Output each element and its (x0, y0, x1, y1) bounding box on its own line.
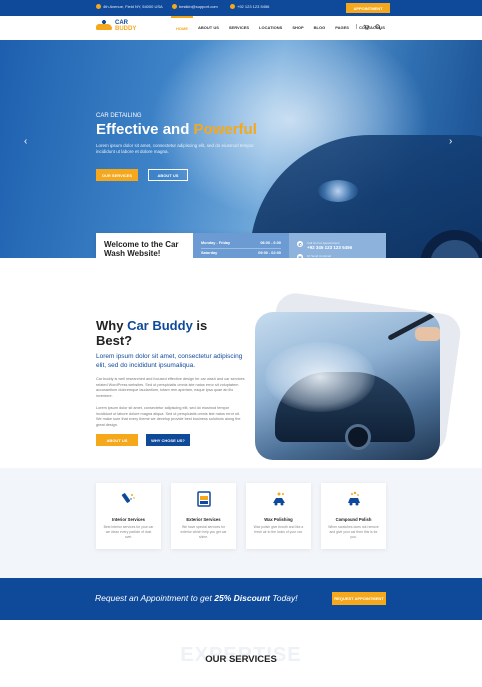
wax-polishing-icon (272, 492, 285, 506)
our-services-button[interactable]: OUR SERVICES (96, 169, 138, 181)
menu-item-services[interactable]: SERVICES (224, 16, 254, 40)
about-paragraph-1: Car buddy is well researched and focused… (96, 377, 245, 398)
hours-row: Monday - Friday 08:00 - 6:00 (201, 239, 281, 249)
location-icon (96, 4, 101, 9)
site-logo[interactable]: CAR BUDDY (96, 19, 137, 32)
service-text: Best Interior services for your car we c… (103, 525, 154, 539)
slider-next-arrow[interactable]: › (449, 136, 452, 147)
cart-icon[interactable] (363, 24, 370, 30)
hero-content: CAR DETAILING Effective and Powerful Lor… (96, 113, 257, 181)
menu-item-about-us[interactable]: ABOUT US (193, 16, 224, 40)
divider: | (356, 24, 358, 30)
service-text: When scratches does not remove and give … (328, 525, 379, 539)
request-appointment-button[interactable]: REQUEST APPOINTMENT (332, 592, 386, 605)
appointment-button[interactable]: APPOINTMENT (346, 3, 390, 13)
our-services-section: EXPERTISE OUR SERVICES (0, 620, 482, 687)
contact-phone[interactable]: +92 345 123 123 5456 (307, 245, 352, 250)
about-paragraph-2: Lorem ipsum dolor sit amet, consectetur … (96, 406, 241, 427)
slider-prev-arrow[interactable]: ‹ (24, 136, 27, 147)
service-title: Compound Polish (335, 517, 372, 522)
compound-polish-icon (347, 491, 360, 506)
car-wash-photo (255, 312, 440, 460)
nav-icons: | (356, 24, 382, 30)
hero-slider: ‹ › CAR DETAILING Effective and Powerful… (0, 40, 482, 258)
banner-text: Request an Appointment to get 25% Discou… (95, 593, 298, 603)
about-buttons: ABOUT US WHY CHOSE US? (96, 434, 190, 446)
about-text: Why Car Buddy is Best? Lorem ipsum dolor… (96, 318, 246, 428)
why-choose-us-button[interactable]: WHY CHOSE US? (146, 434, 190, 446)
service-title: Exterior Services (186, 517, 221, 522)
email-info[interactable]: bestkin@support.com (172, 4, 218, 9)
exterior-services-icon (196, 491, 211, 507)
interior-services-icon (121, 493, 135, 503)
email-icon (172, 4, 177, 9)
about-lead: Lorem ipsum dolor sit amet, consectetur … (96, 353, 243, 369)
phone-info[interactable]: +92 123 123 5456 (230, 4, 269, 9)
menu-item-pages[interactable]: PAGES (330, 16, 354, 40)
service-card-exterior[interactable]: Exterior Services We have special servic… (171, 483, 236, 549)
service-card-wax[interactable]: Wax Polishing Wax polish give brouth and… (246, 483, 311, 549)
hero-title: Effective and Powerful (96, 121, 257, 138)
service-text: We have special services for exterior wh… (180, 525, 227, 539)
address-text: 4th Avenue, Field NY, 54000 USA (103, 4, 163, 9)
service-card-interior[interactable]: Interior Services Best Interior services… (96, 483, 161, 549)
service-title: Interior Services (112, 517, 145, 522)
menu-item-blog[interactable]: BLOG (309, 16, 331, 40)
hero-kicker: CAR DETAILING (96, 113, 142, 119)
menu-item-home[interactable]: HOME (171, 16, 193, 40)
service-cards-section (0, 468, 482, 578)
menu-item-locations[interactable]: LOCATIONS (254, 16, 287, 40)
main-navbar: CAR BUDDY HOME ABOUT US SERVICES LOCATIO… (0, 16, 482, 40)
about-us-button[interactable]: ABOUT US (148, 169, 188, 181)
phone-icon (230, 4, 235, 9)
phone-icon: ✆ (297, 241, 303, 247)
about-title: Why Car Buddy is Best? (96, 318, 208, 348)
phone-text[interactable]: +92 123 123 5456 (237, 4, 269, 9)
menu-item-shop[interactable]: SHOP (287, 16, 308, 40)
car-logo-icon (96, 19, 112, 32)
service-card-compound[interactable]: Compound Polish When scratches does not … (321, 483, 386, 549)
about-us-button-2[interactable]: ABOUT US (96, 434, 138, 446)
hero-description: Lorem ipsum dolor sit amet, consectetur … (96, 143, 254, 154)
search-icon[interactable] (375, 24, 382, 30)
top-bar: 4th Avenue, Field NY, 54000 USA bestkin@… (0, 0, 482, 16)
address-info: 4th Avenue, Field NY, 54000 USA (96, 4, 163, 9)
discount-banner: Request an Appointment to get 25% Discou… (0, 578, 482, 620)
welcome-title: Welcome to the Car Wash Website! (104, 240, 179, 258)
logo-line2: BUDDY (115, 26, 137, 32)
section-title: OUR SERVICES (205, 654, 277, 665)
email-text[interactable]: bestkin@support.com (179, 4, 218, 9)
service-text: Wax polish give brouth and like a fresh … (253, 525, 304, 534)
service-title: Wax Polishing (264, 517, 293, 522)
